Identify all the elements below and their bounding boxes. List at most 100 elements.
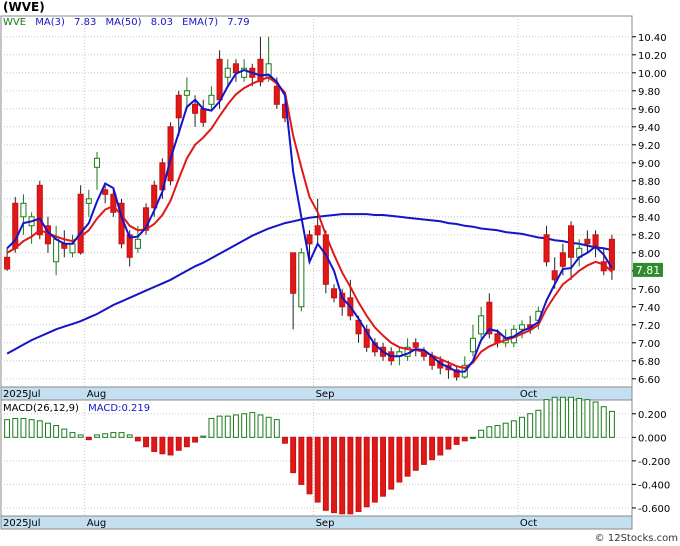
candle-down [551, 270, 558, 281]
price-tick-label: 8.00 [638, 249, 660, 260]
macd-legend: MACD(26,12,9) MACD:0.219 [3, 403, 150, 414]
macd-tick-label: 0.000 [638, 433, 667, 444]
price-tick-label: 9.20 [638, 141, 660, 152]
month-label: Sep [316, 389, 335, 400]
macd-bar-negative [363, 436, 370, 508]
price-tick-label: 6.80 [638, 357, 660, 368]
macd-bar-positive [69, 432, 76, 438]
candle-down [216, 58, 223, 101]
macd-bar-positive [28, 419, 35, 438]
macd-bar-negative [461, 436, 468, 442]
macd-bar-negative [143, 436, 149, 448]
macd-bar-negative [404, 436, 411, 477]
candle-down [4, 256, 11, 270]
macd-bar-positive [559, 396, 566, 438]
macd-bar-positive [551, 396, 558, 438]
macd-bar-positive [510, 420, 517, 438]
candle-up [183, 90, 190, 96]
macd-bar-positive [494, 425, 501, 438]
last-price-box: 7.81 [633, 262, 663, 277]
candle-down [559, 252, 566, 267]
legend: WVE MA(3) 7.83 MA(50) 8.03 EMA(7) 7.79 [3, 17, 250, 28]
macd-bar-positive [486, 426, 493, 438]
macd-bar-positive [543, 399, 550, 438]
candle-up [53, 238, 60, 263]
month-label: Aug [87, 389, 107, 400]
macd-bar-positive [584, 399, 591, 438]
macd-tick-label: -0.400 [638, 480, 670, 491]
price-tick-label: 8.20 [638, 231, 660, 242]
candle-down [200, 108, 207, 123]
candle-up [134, 238, 141, 249]
macd-bar-negative [290, 436, 297, 474]
month-label: 2025Jul [3, 518, 41, 529]
macd-bar-positive [249, 412, 256, 438]
legend-ticker: WVE [3, 17, 26, 28]
macd-bar-negative [453, 436, 460, 445]
candle-down [36, 184, 43, 236]
macd-bar-positive [535, 409, 542, 438]
legend-ema7-value: 7.79 [227, 17, 249, 28]
macd-bar-negative [159, 436, 166, 455]
price-panel [0, 15, 633, 388]
macd-bar-negative [85, 436, 92, 441]
macd-value: MACD:0.219 [88, 403, 150, 414]
macd-bar-positive [592, 401, 599, 438]
legend-ma50-label: MA(50) [106, 17, 142, 28]
macd-bar-positive [77, 434, 84, 438]
macd-bar-positive [36, 420, 43, 438]
macd-bar-positive [478, 429, 485, 438]
candle-down [568, 225, 575, 258]
macd-bar-positive [118, 432, 125, 438]
macd-bar-negative [331, 436, 337, 514]
price-tick-label: 10.20 [638, 51, 667, 62]
macd-bar-negative [175, 436, 182, 451]
month-label: Aug [87, 518, 107, 529]
macd-bar-positive [600, 406, 607, 438]
macd-bar-positive [257, 414, 264, 438]
macd-bar-negative [429, 436, 436, 461]
macd-bar-positive [608, 410, 615, 438]
price-tick-label: 7.00 [638, 339, 660, 350]
macd-bar-positive [519, 416, 525, 438]
macd-bar-positive [20, 417, 27, 438]
macd-bar-negative [314, 436, 321, 503]
candle-up [69, 243, 76, 254]
candle-down [232, 63, 239, 74]
candle-down [192, 103, 199, 114]
candle-up [208, 94, 215, 105]
macd-bar-negative [371, 436, 378, 503]
macd-bar-negative [151, 436, 158, 452]
macd-bar-positive [232, 414, 239, 438]
macd-bar-positive [53, 425, 60, 438]
macd-bar-negative [298, 436, 305, 485]
price-tick-label: 8.80 [638, 177, 660, 188]
macd-bar-negative [322, 436, 329, 511]
candle-down [330, 288, 338, 299]
macd-bar-negative [339, 436, 346, 515]
price-tick-label: 8.60 [638, 195, 660, 206]
price-tick-label: 7.40 [638, 303, 660, 314]
macd-bar-negative [167, 436, 174, 456]
price-tick-label: 6.60 [638, 375, 660, 386]
macd-bar-positive [470, 436, 476, 439]
macd-bar-negative [355, 436, 362, 512]
macd-bar-positive [502, 422, 509, 438]
legend-ma50-value: 8.03 [151, 17, 173, 28]
candle-down [314, 225, 321, 236]
price-tick-label: 9.60 [638, 105, 660, 116]
macd-bar-positive [4, 419, 11, 438]
candle-up [518, 324, 526, 330]
candle-up [20, 202, 27, 218]
macd-bar-negative [306, 436, 313, 495]
macd-bar-negative [412, 436, 419, 471]
candle-down [543, 234, 550, 263]
legend-ema7-label: EMA(7) [182, 17, 218, 28]
macd-bar-positive [61, 428, 68, 438]
month-label: Oct [520, 389, 537, 400]
price-tick-label: 10.40 [638, 33, 667, 44]
last-price-label: 7.81 [636, 264, 661, 277]
macd-bar-positive [265, 416, 272, 438]
macd-bar-positive [568, 396, 574, 438]
macd-bar-negative [183, 436, 190, 448]
